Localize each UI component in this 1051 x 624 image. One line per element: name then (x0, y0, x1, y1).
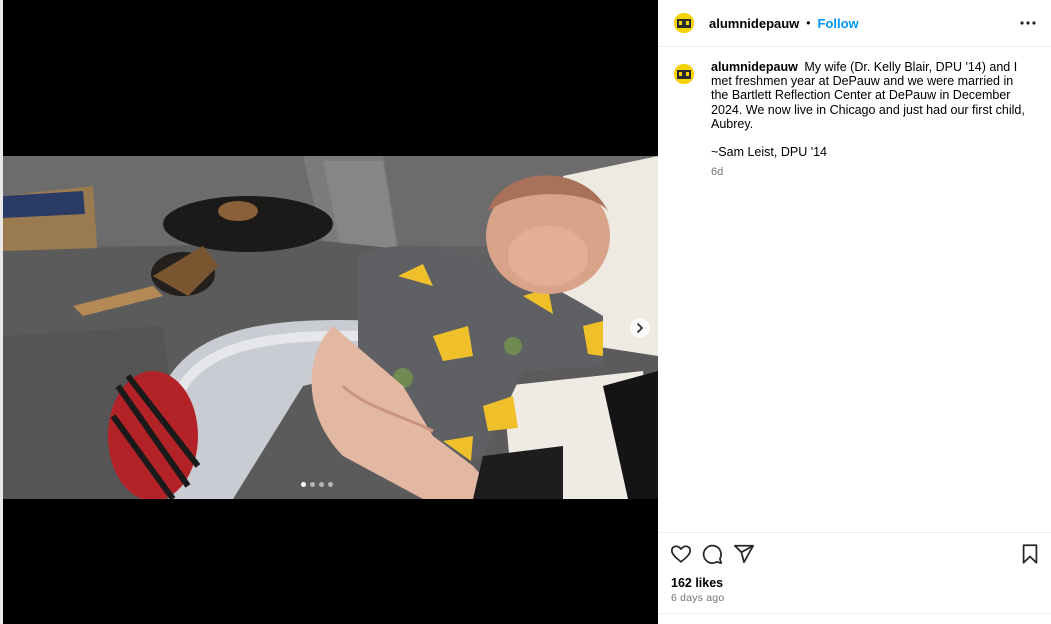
carousel-next-button[interactable] (630, 318, 650, 338)
post-photo (3, 156, 658, 499)
more-options-icon[interactable] (1019, 14, 1037, 32)
comment-icon[interactable] (701, 543, 723, 565)
divider (658, 613, 1051, 614)
bookmark-icon[interactable] (1019, 543, 1041, 565)
carousel-indicator (301, 482, 333, 487)
caption-text-block: alumnidepauw My wife (Dr. Kelly Blair, D… (711, 60, 1029, 131)
heart-icon[interactable] (670, 543, 692, 565)
carousel-dot (319, 482, 324, 487)
caption-age: 6d (711, 166, 724, 179)
caption-username[interactable]: alumnidepauw (711, 60, 798, 74)
post-header: alumnidepauw • Follow (658, 0, 1051, 47)
post-media (3, 0, 658, 624)
caption-comment: alumnidepauw My wife (Dr. Kelly Blair, D… (674, 60, 1044, 179)
caption-body: alumnidepauw My wife (Dr. Kelly Blair, D… (711, 60, 1029, 179)
carousel-dot (301, 482, 306, 487)
chevron-right-icon (637, 323, 644, 333)
header-username[interactable]: alumnidepauw (709, 16, 799, 31)
post-actions (658, 532, 1051, 572)
post-timestamp[interactable]: 6 days ago (671, 592, 724, 604)
carousel-dot (310, 482, 315, 487)
follow-button[interactable]: Follow (818, 16, 859, 31)
header-separator: • (806, 16, 811, 30)
avatar[interactable] (674, 64, 694, 84)
caption-signature: ~Sam Leist, DPU '14 (711, 145, 827, 160)
carousel-dot (328, 482, 333, 487)
avatar[interactable] (674, 13, 694, 33)
likes-count[interactable]: 162 likes (671, 576, 723, 590)
post-side-panel: alumnidepauw • Follow alumnidepauw My wi… (658, 0, 1051, 624)
share-icon[interactable] (733, 543, 755, 565)
